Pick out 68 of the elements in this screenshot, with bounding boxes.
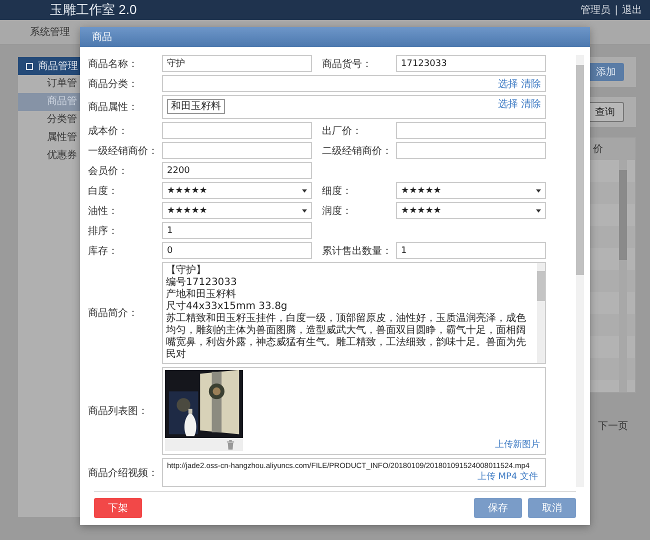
text-field[interactable]	[162, 122, 312, 139]
field-label: 出厂价：	[322, 124, 363, 138]
description-text: 尺寸44x33x15mm 33.8g	[166, 301, 288, 312]
picker-field[interactable]: 和田玉籽料 选择 清除	[162, 95, 546, 119]
scrollbar[interactable]	[576, 55, 584, 487]
dropdown-caret-icon	[302, 208, 307, 212]
action-link[interactable]: 清除	[521, 97, 541, 111]
text-field[interactable]	[162, 142, 312, 159]
field-label: 一级经销商价：	[88, 144, 159, 158]
field-label: 商品列表图：	[88, 404, 149, 418]
upload-link[interactable]: 上传新图片	[495, 438, 543, 452]
text-field[interactable]	[396, 142, 546, 159]
field-label: 润度：	[322, 204, 353, 218]
field-label: 会员价：	[88, 164, 129, 178]
field-label: 排序：	[88, 224, 119, 238]
picker-field[interactable]: 选择 清除	[162, 75, 546, 92]
separator-text: |	[614, 4, 618, 16]
field-label: 商品名称：	[88, 58, 139, 70]
sidebar-group-label: 商品管理	[38, 60, 78, 73]
field-label: 商品介绍视频：	[88, 466, 159, 480]
text-field[interactable]: 1	[162, 222, 312, 239]
text-field[interactable]: 守护	[162, 55, 312, 72]
description-text: 苏工精致和田玉籽玉挂件，白度一级，顶部留原皮，油性好，玉质温润亮泽，成色均匀，雕刻的主体为兽面图腾，造型威武大气，兽面双目圆睁，霸气十足，面相阔嘴宽鼻，利齿外露，神态威猛有生气。雕工精致，工法细致，韵味十足。兽面为先民对	[166, 313, 527, 361]
column-header: 价	[593, 143, 603, 156]
scrollbar[interactable]	[619, 160, 627, 392]
nav-tab[interactable]: 系统管理	[30, 25, 70, 39]
field-label: 商品货号：	[322, 58, 373, 70]
field-label: 细度：	[322, 184, 353, 198]
field-label: 商品分类：	[88, 78, 139, 90]
add-button[interactable]: 添加	[588, 63, 624, 81]
field-label: 成本价：	[88, 124, 129, 138]
action-link[interactable]: 清除	[521, 77, 541, 91]
user-link[interactable]: 管理员	[580, 3, 611, 17]
collapse-icon	[26, 62, 33, 70]
app-title: 玉雕工作室 2.0	[50, 1, 137, 19]
dialog-title: 商品	[92, 30, 112, 44]
text-field[interactable]: 1	[396, 242, 546, 259]
scrollbar[interactable]	[537, 263, 545, 363]
text-field[interactable]	[396, 122, 546, 139]
upload-link[interactable]: 上传 MP4 文件	[477, 470, 541, 484]
trash-icon[interactable]	[226, 440, 235, 450]
action-link[interactable]: 选择	[498, 97, 518, 111]
field-label: 油性：	[88, 204, 119, 218]
action-link[interactable]: 选择	[498, 77, 518, 91]
description-text: 产地和田玉籽料	[166, 289, 237, 300]
dropdown-caret-icon	[302, 188, 307, 192]
next-page-link[interactable]: 下一页	[598, 419, 628, 433]
rating-select[interactable]: ★★★★★	[162, 202, 312, 219]
description-text: 【守护】	[166, 265, 207, 276]
field-label: 商品简介：	[88, 306, 139, 320]
field-label: 白度：	[88, 184, 119, 198]
tag-chip: 和田玉籽料	[167, 99, 225, 114]
text-field[interactable]: 17123033	[396, 55, 546, 72]
field-label: 商品属性：	[88, 100, 139, 114]
field-label: 累计售出数量：	[322, 244, 393, 258]
rating-select[interactable]: ★★★★★	[396, 182, 546, 199]
textarea-frame[interactable]: 【守护】 编号17123033 产地和田玉籽料 尺寸44x33x15mm 33.8g 苏工精致和田玉籽玉挂件，白度一级，顶部留原皮，油性好，玉质温润亮泽，成色均匀，雕刻的主体为兽面图腾，造型威武大气，兽面双目圆睁，霸气十足，面相阔嘴宽鼻，利齿外露，神态威猛有生气。雕工精致，工法细致，韵味十足。兽面为先民对	[162, 262, 546, 364]
description-text: 编号17123033	[166, 277, 238, 288]
delist-button[interactable]: 下架	[94, 498, 142, 518]
text-field[interactable]: 2200	[162, 162, 312, 179]
rating-select[interactable]: ★★★★★	[162, 182, 312, 199]
logout-link[interactable]: 退出	[622, 3, 642, 17]
field-label: 库存：	[88, 244, 119, 258]
rating-select[interactable]: ★★★★★	[396, 202, 546, 219]
dropdown-caret-icon	[536, 208, 541, 212]
text-field[interactable]: 0	[162, 242, 312, 259]
dropdown-caret-icon	[536, 188, 541, 192]
field-label: 二级经销商价：	[322, 144, 393, 158]
